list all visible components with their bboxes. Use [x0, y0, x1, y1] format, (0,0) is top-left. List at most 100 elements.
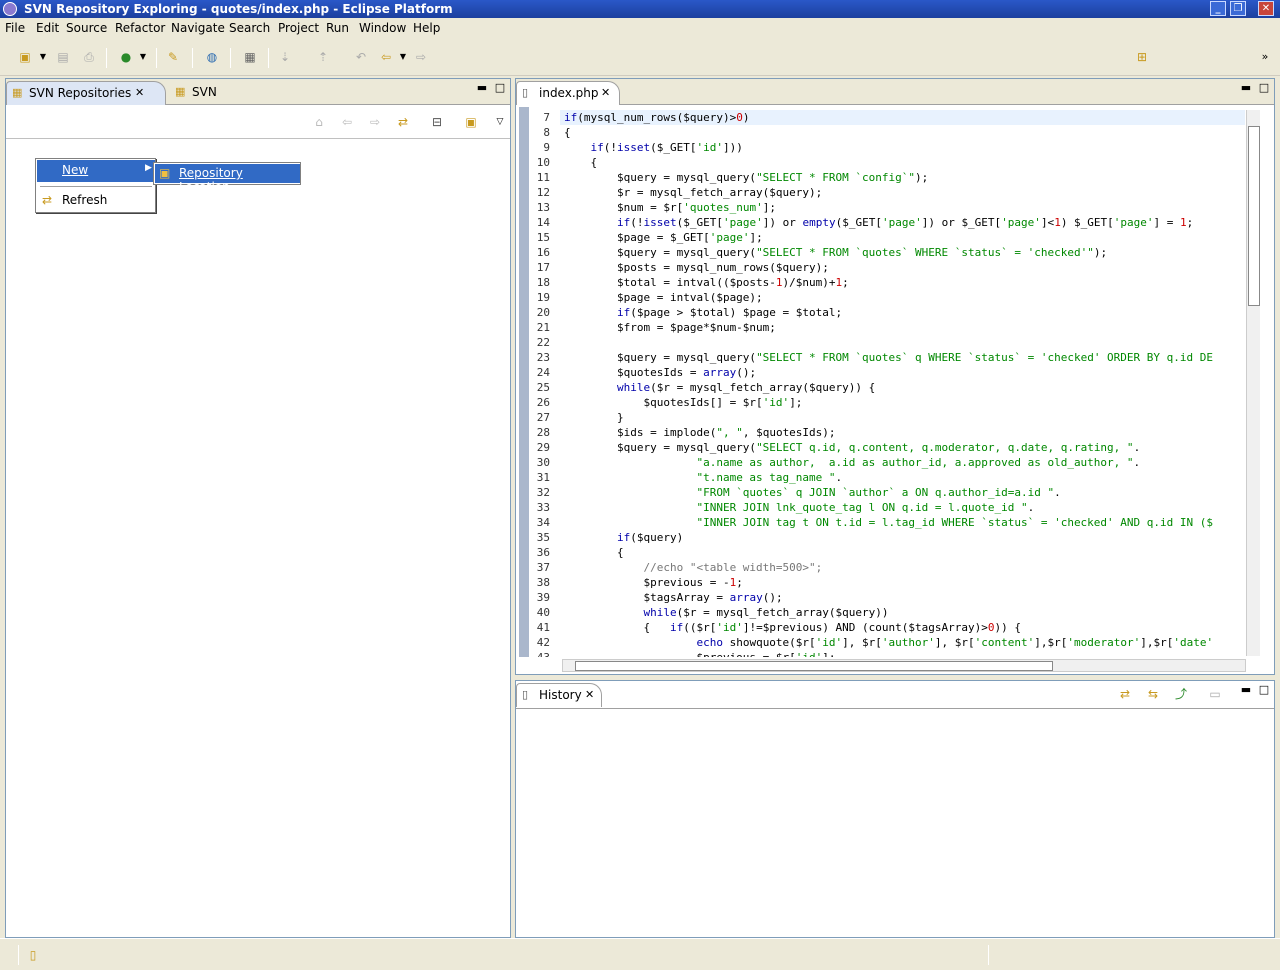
vertical-scrollbar[interactable] — [1246, 110, 1260, 656]
save-icon[interactable]: ▤ — [54, 49, 72, 65]
code-line[interactable]: $quotesIds[] = $r['id']; — [564, 395, 802, 410]
code-line[interactable]: $page = $_GET['page']; — [564, 230, 763, 245]
code-line[interactable]: $tagsArray = array(); — [564, 590, 782, 605]
code-line[interactable]: $num = $r['quotes_num']; — [564, 200, 776, 215]
code-line[interactable]: if(!isset($_GET['page']) or empty($_GET[… — [564, 215, 1193, 230]
code-line[interactable]: $r = mysql_fetch_array($query); — [564, 185, 822, 200]
compare-icon[interactable]: ▭ — [1206, 686, 1224, 702]
code-line[interactable]: $quotesIds = array(); — [564, 365, 756, 380]
fast-view-icon[interactable]: ▯ — [24, 947, 42, 963]
code-area[interactable]: 7 if(mysql_num_rows($query)>0) 8 {9 if(!iss… — [520, 110, 1245, 657]
chevron-down-icon[interactable]: ▼ — [394, 49, 412, 65]
code-line[interactable]: $query = mysql_query("SELECT * FROM `quo… — [564, 350, 1213, 365]
refresh-icon[interactable]: ⇄ — [1116, 686, 1134, 702]
menu-help[interactable]: Help — [413, 21, 440, 35]
menu-item-repository-location[interactable]: ▣ Repository Location... — [155, 164, 300, 194]
close-icon[interactable]: ✕ — [585, 684, 594, 706]
code-line[interactable]: "INNER JOIN lnk_quote_tag l ON q.id = l.… — [564, 500, 1034, 515]
tab-index-php[interactable]: ▯ index.php ✕ — [516, 81, 620, 105]
code-line[interactable]: while($r = mysql_fetch_array($query)) — [564, 605, 888, 620]
last-edit-icon[interactable]: ↶ — [352, 49, 370, 65]
code-line[interactable]: $previous = $r['id']; — [564, 650, 835, 657]
code-line[interactable]: $from = $page*$num-$num; — [564, 320, 776, 335]
code-line[interactable]: "FROM `quotes` q JOIN `author` a ON q.au… — [564, 485, 1060, 500]
code-line[interactable]: echo showquote($r['id'], $r['author'], $… — [564, 635, 1213, 650]
code-line[interactable]: $page = intval($page); — [564, 290, 763, 305]
code-line[interactable]: { — [564, 125, 571, 140]
menu-project[interactable]: Project — [278, 21, 319, 35]
menu-source[interactable]: Source — [66, 21, 107, 35]
code-line[interactable]: while($r = mysql_fetch_array($query)) { — [564, 380, 875, 395]
close-icon[interactable]: ✕ — [601, 82, 610, 104]
code-line[interactable]: "t.name as tag_name ". — [564, 470, 842, 485]
globe-icon[interactable]: ◍ — [203, 49, 221, 65]
back-icon[interactable]: ⇦ — [377, 49, 395, 65]
print-icon[interactable]: ⎙ — [80, 49, 98, 65]
maximize-view-icon[interactable]: □ — [1258, 82, 1270, 94]
prev-annotation-icon[interactable]: ⇡ — [314, 49, 332, 65]
code-line[interactable]: { — [564, 545, 624, 560]
pin-icon[interactable]: ⤴ — [1172, 686, 1190, 702]
code-line[interactable]: $query = mysql_query("SELECT q.id, q.con… — [564, 440, 1140, 455]
menu-item-new[interactable]: New ▶ — [37, 160, 155, 182]
code-line[interactable]: $query = mysql_query("SELECT * FROM `con… — [564, 170, 928, 185]
menu-run[interactable]: Run — [326, 21, 349, 35]
menu-item-refresh[interactable]: ⇄ Refresh — [37, 191, 155, 211]
horizontal-scrollbar[interactable] — [562, 659, 1246, 672]
minimize-view-icon[interactable]: ▬ — [476, 82, 488, 94]
maximize-button[interactable]: ❐ — [1230, 1, 1246, 16]
tab-svn-repositories[interactable]: ▦ SVN Repositories ✕ — [6, 81, 166, 105]
code-line[interactable]: if($query) — [564, 530, 683, 545]
maximize-view-icon[interactable]: □ — [1258, 684, 1270, 696]
scrollbar-thumb[interactable] — [1248, 126, 1260, 306]
code-line[interactable]: if(mysql_num_rows($query)>0) — [564, 110, 749, 125]
tab-history[interactable]: ▯ History ✕ — [516, 683, 602, 707]
code-line[interactable]: $total = intval(($posts-1)/$num)+1; — [564, 275, 849, 290]
collapse-all-icon[interactable]: ⊟ — [428, 114, 446, 130]
close-button[interactable]: ✕ — [1258, 1, 1274, 16]
more-icon[interactable]: » — [1256, 49, 1274, 65]
brush-icon[interactable]: ✎ — [164, 49, 182, 65]
code-line[interactable]: $query = mysql_query("SELECT * FROM `quo… — [564, 245, 1107, 260]
code-line[interactable]: $previous = -1; — [564, 575, 742, 590]
code-line[interactable]: "a.name as author, a.id as author_id, a.… — [564, 455, 1140, 470]
code-line[interactable]: "INNER JOIN tag t ON t.id = l.tag_id WHE… — [564, 515, 1213, 530]
code-line[interactable]: } — [564, 410, 624, 425]
chevron-down-icon[interactable]: ▼ — [134, 49, 152, 65]
minimize-view-icon[interactable]: ▬ — [1240, 684, 1252, 696]
menu-navigate[interactable]: Navigate — [171, 21, 225, 35]
code-line[interactable]: { if(($r['id']!=$previous) AND (count($t… — [564, 620, 1021, 635]
refresh-icon[interactable]: ⇄ — [394, 114, 412, 130]
menu-window[interactable]: Window — [359, 21, 406, 35]
back-icon[interactable]: ⇦ — [338, 114, 356, 130]
task-icon[interactable]: ▦ — [241, 49, 259, 65]
home-icon[interactable]: ⌂ — [310, 114, 328, 130]
code-line[interactable]: $ids = implode(", ", $quotesIds); — [564, 425, 836, 440]
run-icon[interactable]: ● — [117, 49, 135, 65]
chevron-down-icon[interactable]: ▼ — [34, 49, 52, 65]
code-line[interactable]: if(!isset($_GET['id'])) — [564, 140, 743, 155]
hscrollbar-thumb[interactable] — [575, 661, 1053, 671]
code-line[interactable]: if($page > $total) $page = $total; — [564, 305, 842, 320]
next-annotation-icon[interactable]: ⇣ — [276, 49, 294, 65]
code-line[interactable]: //echo "<table width=500>"; — [564, 560, 822, 575]
minimize-view-icon[interactable]: ▬ — [1240, 82, 1252, 94]
new-icon[interactable]: ▣ — [16, 49, 34, 65]
forward-icon[interactable]: ⇨ — [412, 49, 430, 65]
line-number: 15 — [536, 231, 550, 244]
menu-refactor[interactable]: Refactor — [115, 21, 165, 35]
minimize-button[interactable]: _ — [1210, 1, 1226, 16]
view-menu-icon[interactable]: ▽ — [491, 114, 509, 130]
code-line[interactable]: { — [564, 155, 597, 170]
link-editor-icon[interactable]: ⇆ — [1144, 686, 1162, 702]
tab-svn-annotate[interactable]: ▦ SVN Annotate — [170, 81, 274, 121]
close-icon[interactable]: ✕ — [135, 82, 144, 104]
menu-edit[interactable]: Edit — [36, 21, 59, 35]
maximize-view-icon[interactable]: □ — [494, 82, 506, 94]
menu-file[interactable]: File — [5, 21, 25, 35]
open-perspective-icon[interactable]: ⊞ — [1133, 49, 1151, 65]
code-line[interactable]: $posts = mysql_num_rows($query); — [564, 260, 829, 275]
new-repository-icon[interactable]: ▣ — [462, 114, 480, 130]
forward-icon[interactable]: ⇨ — [366, 114, 384, 130]
menu-search[interactable]: Search — [229, 21, 270, 35]
